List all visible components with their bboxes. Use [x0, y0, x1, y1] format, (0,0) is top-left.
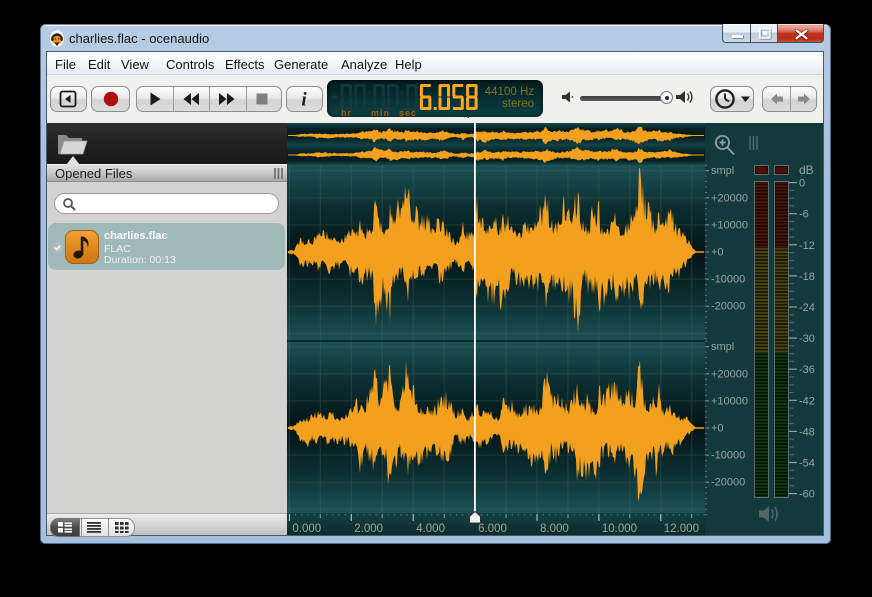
svg-text:-12: -12: [799, 240, 815, 252]
svg-text:-10000: -10000: [711, 274, 745, 286]
svg-text:dB: dB: [799, 163, 814, 177]
svg-text:-20000: -20000: [711, 301, 745, 313]
svg-text:-24: -24: [799, 302, 815, 314]
svg-text:0.000: 0.000: [292, 523, 321, 535]
svg-text:-60: -60: [799, 489, 815, 501]
svg-text:smpl: smpl: [711, 165, 734, 177]
svg-text:sec: sec: [399, 108, 417, 118]
svg-text:smpl: smpl: [449, 108, 480, 118]
svg-text:smpl: smpl: [711, 341, 734, 353]
svg-text:10.000: 10.000: [602, 523, 637, 535]
svg-text:4.000: 4.000: [416, 523, 445, 535]
svg-text:-36: -36: [799, 364, 815, 376]
svg-text:12.000: 12.000: [664, 523, 699, 535]
svg-text:6.000: 6.000: [478, 523, 507, 535]
svg-text:8.000: 8.000: [540, 523, 569, 535]
svg-text:+0: +0: [711, 247, 724, 259]
svg-text:hr: hr: [341, 108, 352, 118]
svg-text:-42: -42: [799, 395, 815, 407]
svg-text:+0: +0: [711, 423, 724, 435]
svg-text:-20000: -20000: [711, 477, 745, 489]
svg-text:44100 Hz: 44100 Hz: [485, 86, 534, 98]
svg-text:-6: -6: [799, 209, 809, 221]
svg-text:i: i: [301, 90, 307, 111]
svg-text:-30: -30: [799, 333, 815, 345]
svg-text:+10000: +10000: [711, 395, 748, 407]
svg-text:-10000: -10000: [711, 450, 745, 462]
svg-text:+20000: +20000: [711, 368, 748, 380]
svg-text:stereo: stereo: [502, 98, 534, 110]
svg-text:-48: -48: [799, 426, 815, 438]
svg-text:+10000: +10000: [711, 219, 748, 231]
svg-text:2.000: 2.000: [354, 523, 383, 535]
svg-text:-18: -18: [799, 271, 815, 283]
svg-text:min: min: [371, 108, 390, 118]
svg-text:0: 0: [799, 178, 805, 190]
svg-text:-54: -54: [799, 458, 815, 470]
svg-text:+20000: +20000: [711, 192, 748, 204]
